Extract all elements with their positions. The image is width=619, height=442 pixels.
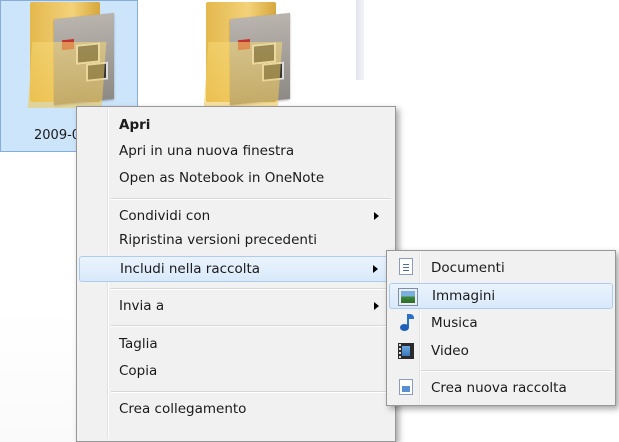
- context-menu: Apri Apri in una nuova finestra Open as …: [76, 106, 396, 442]
- pictures-library-icon: [398, 288, 418, 306]
- submenu-item-new-library[interactable]: Crea nuova raccolta: [389, 376, 613, 400]
- menu-item-include-in-library[interactable]: Includi nella raccolta: [79, 256, 393, 282]
- submenu-item-video[interactable]: Video: [389, 339, 613, 363]
- new-library-icon: [399, 379, 413, 395]
- menu-separator: [111, 391, 391, 393]
- submenu-arrow-icon: [374, 212, 379, 220]
- menu-item-open-onenote[interactable]: Open as Notebook in OneNote: [79, 166, 393, 190]
- pane-divider: [356, 0, 364, 80]
- folder-name-label: 2009-0: [34, 128, 81, 143]
- submenu-arrow-icon: [373, 265, 378, 273]
- submenu-item-documents[interactable]: Documenti: [389, 256, 613, 280]
- menu-item-open[interactable]: Apri: [79, 113, 393, 137]
- submenu-item-music[interactable]: Musica: [389, 311, 613, 335]
- folder-item[interactable]: [14, 2, 114, 114]
- music-library-icon: [397, 313, 415, 333]
- submenu-item-pictures[interactable]: Immagini: [389, 283, 613, 309]
- documents-library-icon: [399, 258, 413, 275]
- menu-item-restore-versions[interactable]: Ripristina versioni precedenti: [79, 228, 393, 252]
- menu-item-cut[interactable]: Taglia: [79, 332, 393, 356]
- folder-item[interactable]: [190, 2, 290, 114]
- menu-item-share-with[interactable]: Condividi con: [79, 204, 393, 228]
- library-submenu: Documenti Immagini Musica Video Crea nuo…: [386, 250, 616, 406]
- menu-item-send-to[interactable]: Invia a: [79, 294, 393, 318]
- menu-item-create-shortcut[interactable]: Crea collegamento: [79, 397, 393, 421]
- menu-separator: [421, 370, 611, 372]
- video-library-icon: [398, 343, 414, 359]
- menu-separator: [111, 198, 391, 200]
- submenu-arrow-icon: [374, 302, 379, 310]
- menu-separator: [111, 288, 391, 290]
- menu-item-copy[interactable]: Copia: [79, 359, 393, 383]
- menu-separator: [111, 325, 391, 327]
- menu-item-open-new-window[interactable]: Apri in una nuova finestra: [79, 139, 393, 163]
